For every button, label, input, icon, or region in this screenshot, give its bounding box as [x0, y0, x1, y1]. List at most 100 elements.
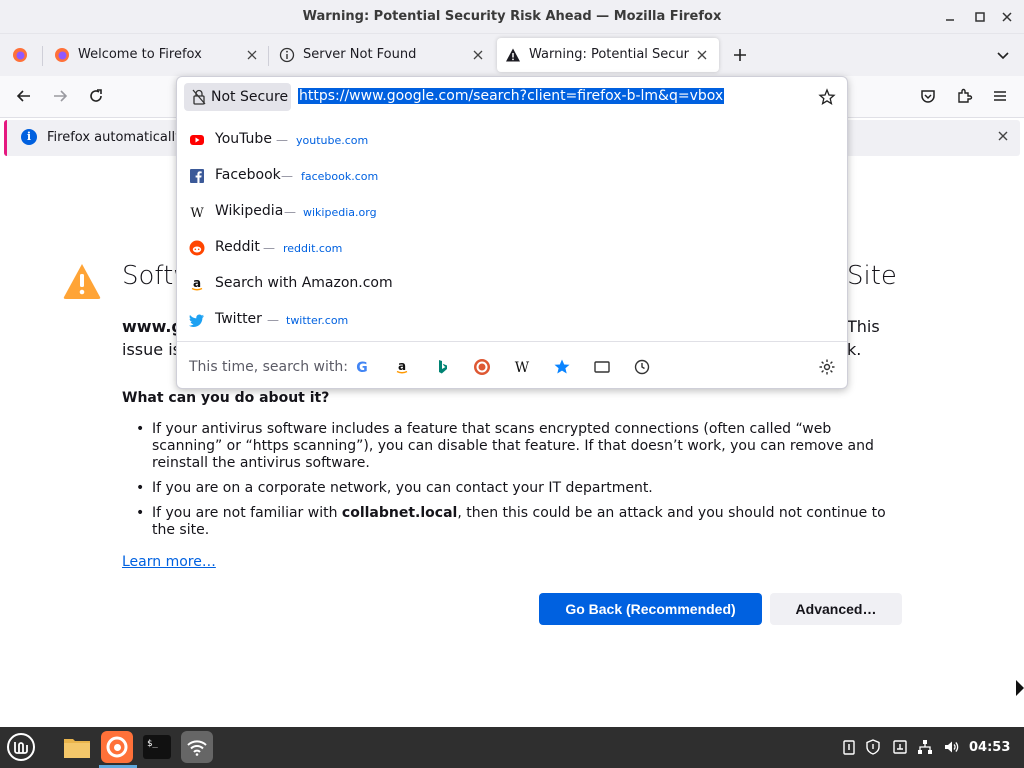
tab-strip: Welcome to Firefox Server Not Found Warn…	[0, 34, 1024, 76]
close-window-icon[interactable]	[999, 9, 1015, 25]
duckduckgo-icon[interactable]	[473, 358, 491, 376]
clipboard-icon[interactable]	[841, 739, 857, 755]
window-title: Warning: Potential Security Risk Ahead —…	[302, 9, 722, 24]
firefox-taskbar-button[interactable]	[101, 731, 133, 763]
youtube-icon	[190, 135, 204, 145]
intro-text: www.g	[122, 317, 183, 336]
tab-separator	[268, 46, 269, 66]
update-icon[interactable]	[892, 739, 908, 755]
tab-label: Welcome to Firefox	[78, 47, 202, 62]
suggestion-url: facebook.com	[301, 170, 379, 183]
tabs-icon[interactable]	[593, 358, 611, 376]
suggestion-reddit[interactable]: Reddit — reddit.com	[177, 230, 847, 266]
suggestion-amazon-search[interactable]: a Search with Amazon.com	[177, 266, 847, 302]
page-title-end: Site	[847, 261, 897, 291]
maximize-icon[interactable]	[972, 9, 988, 25]
notification-message: Firefox automatically	[47, 130, 183, 145]
network-taskbar-button[interactable]	[181, 731, 213, 763]
tab-label: Warning: Potential Security	[529, 47, 689, 62]
suggestion-title: Reddit	[215, 239, 260, 255]
one-off-search-label: This time, search with:	[189, 359, 348, 375]
wikipedia-icon: W	[190, 206, 204, 220]
suggestion-twitter[interactable]: Twitter — twitter.com	[177, 302, 847, 338]
new-tab-icon[interactable]	[731, 46, 749, 64]
separator-dash: —	[276, 133, 288, 147]
list-item-text: If you are not familiar with	[152, 505, 342, 521]
tab-welcome[interactable]: Welcome to Firefox	[46, 38, 266, 72]
close-icon[interactable]	[996, 129, 1010, 143]
gear-icon[interactable]	[818, 358, 836, 376]
suggestion-title: Search with Amazon.com	[215, 275, 393, 291]
advanced-button[interactable]: Advanced…	[770, 593, 902, 625]
mouse-cursor-icon	[1016, 680, 1024, 696]
list-item: If your antivirus software includes a fe…	[136, 421, 904, 472]
svg-text:a: a	[398, 359, 406, 373]
suggestion-title: Twitter	[215, 311, 262, 327]
firefox-icon	[13, 48, 27, 62]
shield-icon[interactable]	[865, 739, 881, 755]
bing-icon[interactable]	[433, 358, 451, 376]
bookmark-star-icon[interactable]	[818, 88, 836, 106]
menu-icon[interactable]	[991, 87, 1009, 105]
wifi-icon	[187, 740, 207, 756]
tab-server-not-found[interactable]: Server Not Found	[271, 38, 493, 72]
clock[interactable]: 04:53	[969, 740, 1010, 755]
insecure-lock-icon	[192, 89, 206, 105]
tab-security-warning[interactable]: Warning: Potential Security	[497, 38, 719, 72]
network-icon[interactable]	[917, 739, 933, 755]
reload-icon[interactable]	[87, 87, 105, 105]
folder-icon[interactable]	[61, 731, 93, 763]
start-menu-icon[interactable]	[5, 731, 37, 763]
separator-dash: —	[284, 205, 296, 219]
facebook-icon	[190, 169, 204, 183]
section-heading: What can you do about it?	[122, 390, 330, 406]
separator-dash: —	[281, 169, 293, 183]
warning-icon	[63, 264, 101, 299]
close-tab-icon[interactable]	[471, 48, 485, 62]
pinned-tab-firefox[interactable]	[0, 34, 42, 76]
suggestion-title: YouTube	[215, 131, 272, 147]
volume-icon[interactable]	[943, 739, 959, 755]
amazon-icon[interactable]: a	[393, 358, 411, 376]
url-input[interactable]: https://www.google.com/search?client=fir…	[298, 88, 725, 104]
twitter-icon	[189, 314, 204, 327]
suggestion-url: twitter.com	[286, 314, 349, 327]
wikipedia-icon[interactable]: W	[513, 358, 531, 376]
terminal-icon[interactable]: $_	[141, 731, 173, 763]
google-icon[interactable]: G	[353, 358, 371, 376]
chevron-down-icon[interactable]	[994, 46, 1012, 64]
extensions-icon[interactable]	[955, 87, 973, 105]
suggestion-title: Facebook	[215, 167, 281, 183]
back-icon[interactable]	[15, 87, 33, 105]
forward-icon[interactable]	[51, 87, 69, 105]
svg-text:$_: $_	[147, 739, 158, 749]
bookmarks-icon[interactable]	[553, 358, 571, 376]
amazon-icon: a	[191, 276, 203, 291]
suggestion-url: youtube.com	[296, 134, 369, 147]
pocket-icon[interactable]	[919, 87, 937, 105]
svg-text:W: W	[190, 206, 204, 220]
list-item: If you are on a corporate network, you c…	[136, 480, 904, 497]
not-secure-indicator[interactable]: Not Secure	[184, 83, 291, 111]
warning-icon	[506, 48, 520, 62]
close-tab-icon[interactable]	[245, 48, 259, 62]
close-tab-icon[interactable]	[695, 48, 709, 62]
taskbar: $_ 04:53	[0, 727, 1024, 768]
separator-dash: —	[267, 313, 279, 327]
history-icon[interactable]	[633, 358, 651, 376]
svg-text:G: G	[356, 360, 368, 376]
advice-list: If your antivirus software includes a fe…	[136, 421, 904, 547]
suggestion-url: wikipedia.org	[303, 206, 377, 219]
tab-label: Server Not Found	[303, 47, 417, 62]
minimize-icon[interactable]	[942, 9, 958, 25]
suggestion-youtube[interactable]: YouTube — youtube.com	[177, 122, 847, 158]
learn-more-link[interactable]: Learn more…	[122, 554, 216, 570]
info-icon: i	[21, 129, 37, 145]
firefox-icon	[55, 48, 69, 62]
suggestion-wikipedia[interactable]: W Wikipedia — wikipedia.org	[177, 194, 847, 230]
intro-text-end: This	[847, 317, 880, 336]
tab-separator	[42, 46, 43, 66]
svg-text:W: W	[515, 360, 530, 376]
suggestion-facebook[interactable]: Facebook — facebook.com	[177, 158, 847, 194]
go-back-button[interactable]: Go Back (Recommended)	[539, 593, 762, 625]
